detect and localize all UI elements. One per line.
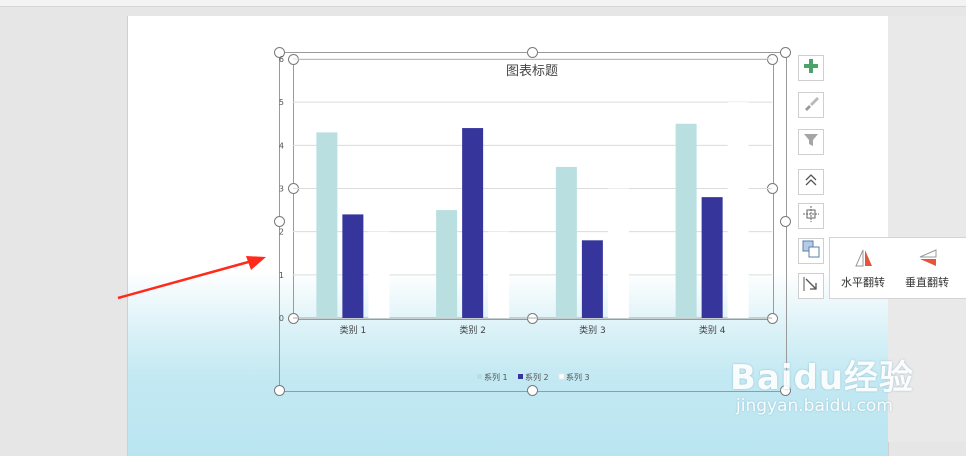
filter-icon bbox=[802, 131, 820, 153]
chart-elements-button[interactable] bbox=[798, 55, 824, 81]
watermark-url: jingyan.baidu.com bbox=[736, 396, 893, 416]
rotate-flip-button[interactable] bbox=[798, 238, 824, 264]
diagonal-arrow-icon bbox=[803, 276, 819, 296]
watermark-brand: Baidu经验 bbox=[730, 358, 915, 398]
flip-menu-panel: 水平翻转 垂直翻转 bbox=[829, 237, 966, 299]
flip-horizontal-label: 水平翻转 bbox=[841, 276, 885, 289]
align-center-button[interactable] bbox=[798, 203, 824, 229]
resize-button[interactable] bbox=[798, 273, 824, 299]
brush-icon bbox=[802, 94, 820, 116]
plus-icon bbox=[803, 58, 819, 78]
chart-filters-button[interactable] bbox=[798, 129, 824, 155]
align-center-icon bbox=[803, 206, 819, 226]
bring-forward-button[interactable] bbox=[798, 169, 824, 195]
flip-horizontal-button[interactable]: 水平翻转 bbox=[832, 244, 894, 294]
flip-vertical-label: 垂直翻转 bbox=[905, 276, 949, 289]
flip-vertical-button[interactable]: 垂直翻转 bbox=[896, 244, 958, 294]
chevrons-up-icon bbox=[803, 172, 819, 192]
chart-styles-button[interactable] bbox=[798, 92, 824, 118]
flip-horizontal-icon bbox=[854, 248, 874, 272]
flip-vertical-icon bbox=[918, 248, 938, 272]
rotate-shapes-icon bbox=[802, 240, 820, 262]
